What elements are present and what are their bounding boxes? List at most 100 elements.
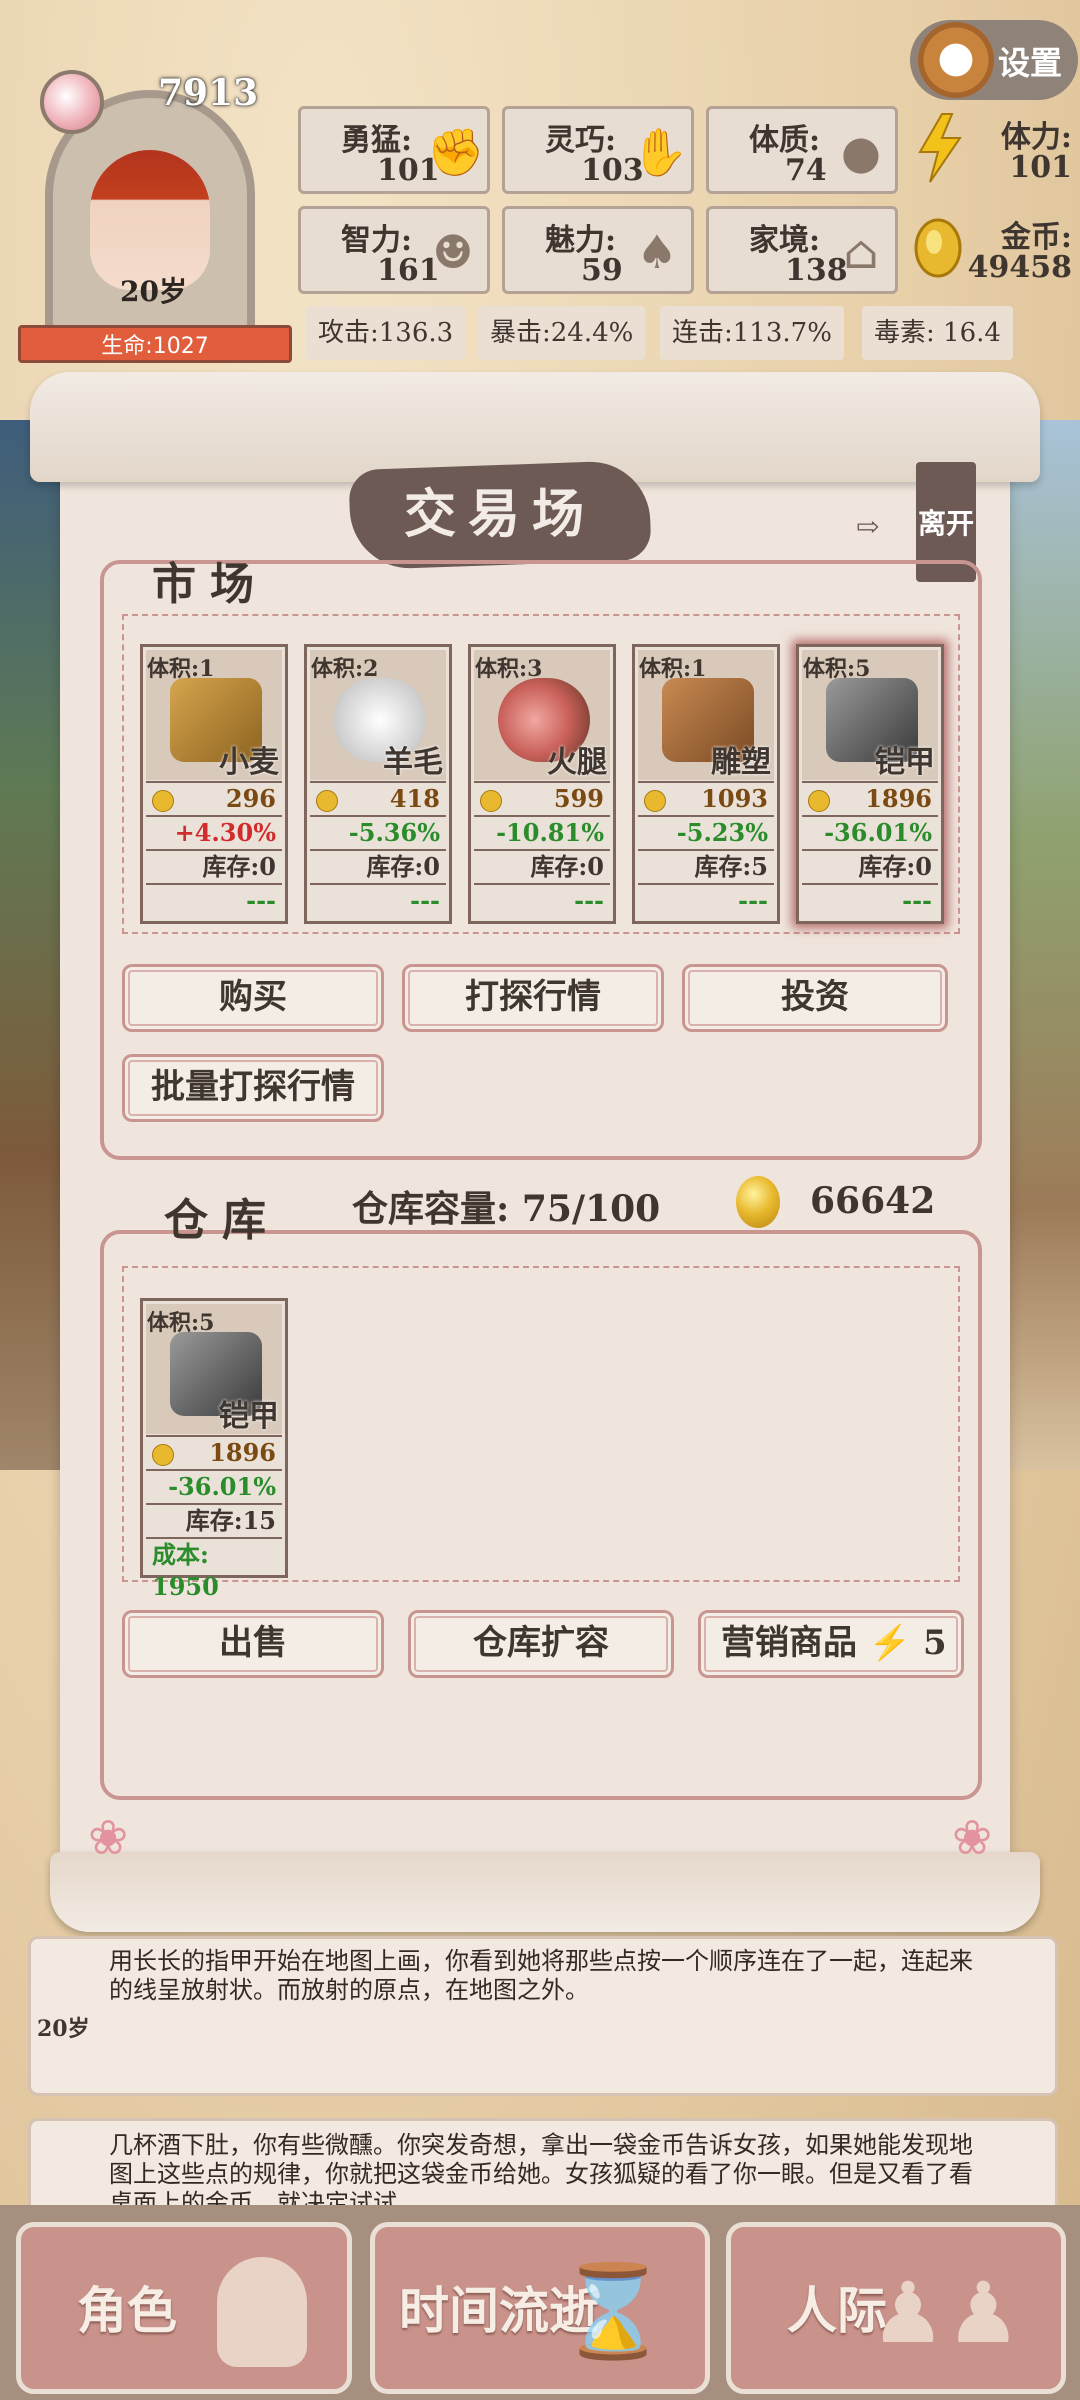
stat-constitution[interactable]: 体质: 74 ●: [706, 106, 898, 194]
item-price: 1896: [146, 1435, 282, 1469]
item-stock: 库存:15: [146, 1503, 282, 1537]
gem-icon: [40, 70, 104, 134]
item-volume: 体积:5: [147, 1310, 215, 1336]
stat-value: 74: [785, 153, 827, 188]
flower-ornament-left: ❀: [88, 1810, 129, 1866]
page-title: 交易场: [403, 484, 596, 545]
coin-icon: [736, 1176, 780, 1228]
promote-label: 营销商品: [721, 1623, 857, 1663]
invest-button[interactable]: 投资: [682, 964, 948, 1032]
fist-icon: ✊: [427, 125, 485, 179]
item-extra: ---: [474, 883, 610, 917]
item-extra: ---: [310, 883, 446, 917]
stat-gold[interactable]: 金币: 49458: [912, 206, 1072, 294]
nav-character-button[interactable]: 角色: [16, 2222, 352, 2394]
avatar-panel[interactable]: 7913 20岁: [20, 60, 280, 370]
coin-icon: [480, 790, 502, 812]
arrow-right-icon: ⇨: [856, 510, 880, 543]
nav-relations-button[interactable]: 人际 ♟♟: [726, 2222, 1066, 2394]
item-change: -5.23%: [638, 815, 774, 849]
item-price: 1896: [802, 781, 938, 815]
coin-icon: [316, 790, 338, 812]
stat-value: 49458: [967, 250, 1072, 285]
item-change: -36.01%: [802, 815, 938, 849]
coin-icon: [808, 790, 830, 812]
muscle-icon: ●: [840, 125, 882, 179]
item-name: 铠甲: [875, 745, 935, 780]
settings-label: 设置: [998, 44, 1063, 82]
warehouse-item-armor[interactable]: 体积:5 铠甲 1896 -36.01% 库存:15 成本: 1950: [140, 1298, 288, 1601]
item-stock: 库存:0: [310, 849, 446, 883]
item-volume: 体积:1: [639, 656, 707, 682]
item-price: 1093: [638, 781, 774, 815]
sell-button[interactable]: 出售: [122, 1610, 384, 1678]
lightning-icon: ⚡: [868, 1623, 912, 1663]
avatar: [90, 150, 210, 290]
item-extra: ---: [638, 883, 774, 917]
stat-intelligence[interactable]: 智力: 161 ☻: [298, 206, 490, 294]
market-item-wheat[interactable]: 体积:1 小麦 296 +4.30% 库存:0 ---: [140, 644, 288, 924]
item-cost: 成本: 1950: [146, 1537, 282, 1601]
item-stock: 库存:0: [474, 849, 610, 883]
stat-bravery[interactable]: 勇猛: 101 ✊: [298, 106, 490, 194]
flower-ornament-right: ❀: [952, 1810, 993, 1866]
poison-stat: 毒素: 16.4: [862, 306, 1013, 360]
item-extra: ---: [802, 883, 938, 917]
market-item-sculpture[interactable]: 体积:1 雕塑 1093 -5.23% 库存:5 ---: [632, 644, 780, 924]
top-currency: 7913: [158, 72, 259, 114]
brain-icon: ☻: [432, 225, 474, 279]
lightning-icon: [912, 112, 968, 184]
warehouse-tab[interactable]: 仓库: [164, 1184, 280, 1248]
item-name: 小麦: [219, 745, 279, 780]
batch-inquire-button[interactable]: 批量打探行情: [122, 1054, 384, 1122]
log-entry: 用长长的指甲开始在地图上画，你看到她将那些点按一个顺序连在了一起，连起来的线呈放…: [28, 1936, 1058, 2096]
stat-charm[interactable]: 魅力: 59 ♠: [502, 206, 694, 294]
log-text: 用长长的指甲开始在地图上画，你看到她将那些点按一个顺序连在了一起，连起来的线呈放…: [109, 1947, 973, 2004]
stat-value: 101: [1009, 150, 1072, 185]
coin-icon: [644, 790, 666, 812]
item-name: 火腿: [547, 745, 607, 780]
log-age: 20岁: [37, 2016, 90, 2042]
item-stock: 库存:0: [802, 849, 938, 883]
flower-icon: ♠: [636, 225, 678, 279]
market-item-ham[interactable]: 体积:3 火腿 599 -10.81% 库存:0 ---: [468, 644, 616, 924]
hand-icon: ✋: [631, 125, 689, 179]
buy-button[interactable]: 购买: [122, 964, 384, 1032]
warehouse-gold: 66642: [810, 1180, 936, 1222]
market-tab[interactable]: 市场: [152, 548, 268, 612]
stat-dexterity[interactable]: 灵巧: 103 ✋: [502, 106, 694, 194]
combo-stat: 连击:113.7%: [660, 306, 844, 360]
item-name: 铠甲: [219, 1399, 279, 1434]
home-coin-icon: ⌂: [843, 225, 879, 279]
stat-stamina[interactable]: 体力: 101: [912, 106, 1072, 194]
item-change: +4.30%: [146, 815, 282, 849]
promote-goods-button[interactable]: 营销商品 ⚡ 5: [698, 1610, 964, 1678]
character-icon: [217, 2257, 307, 2367]
item-change: -36.01%: [146, 1469, 282, 1503]
item-name: 羊毛: [383, 745, 443, 780]
item-volume: 体积:2: [311, 656, 379, 682]
inquire-button[interactable]: 打探行情: [402, 964, 664, 1032]
nav-time-passes-button[interactable]: 时间流逝 ⌛: [370, 2222, 710, 2394]
market-item-wool[interactable]: 体积:2 羊毛 418 -5.36% 库存:0 ---: [304, 644, 452, 924]
item-price: 296: [146, 781, 282, 815]
expand-warehouse-button[interactable]: 仓库扩容: [408, 1610, 674, 1678]
item-price: 418: [310, 781, 446, 815]
coin-icon: [152, 790, 174, 812]
warehouse-capacity: 仓库容量: 75/100: [352, 1188, 661, 1230]
log-entry: 几杯酒下肚，你有些微醺。你突发奇想，拿出一袋金币告诉女孩，如果她能发现地图上这些…: [28, 2118, 1058, 2218]
item-extra: ---: [146, 883, 282, 917]
market-item-armor[interactable]: 体积:5 铠甲 1896 -36.01% 库存:0 ---: [796, 644, 944, 924]
stat-family[interactable]: 家境: 138 ⌂: [706, 206, 898, 294]
settings-button[interactable]: 设置: [910, 20, 1078, 100]
hourglass-icon: ⌛: [556, 2259, 669, 2364]
item-volume: 体积:3: [475, 656, 543, 682]
age-badge: 20岁: [120, 275, 187, 308]
item-stock: 库存:0: [146, 849, 282, 883]
hp-bar: 生命:1027: [18, 325, 292, 363]
promote-cost: 5: [923, 1623, 947, 1663]
crit-stat: 暴击:24.4%: [478, 306, 646, 360]
coin-icon: [912, 212, 968, 284]
people-icon: ♟♟: [870, 2264, 1021, 2362]
leave-label: 离开: [918, 507, 975, 540]
